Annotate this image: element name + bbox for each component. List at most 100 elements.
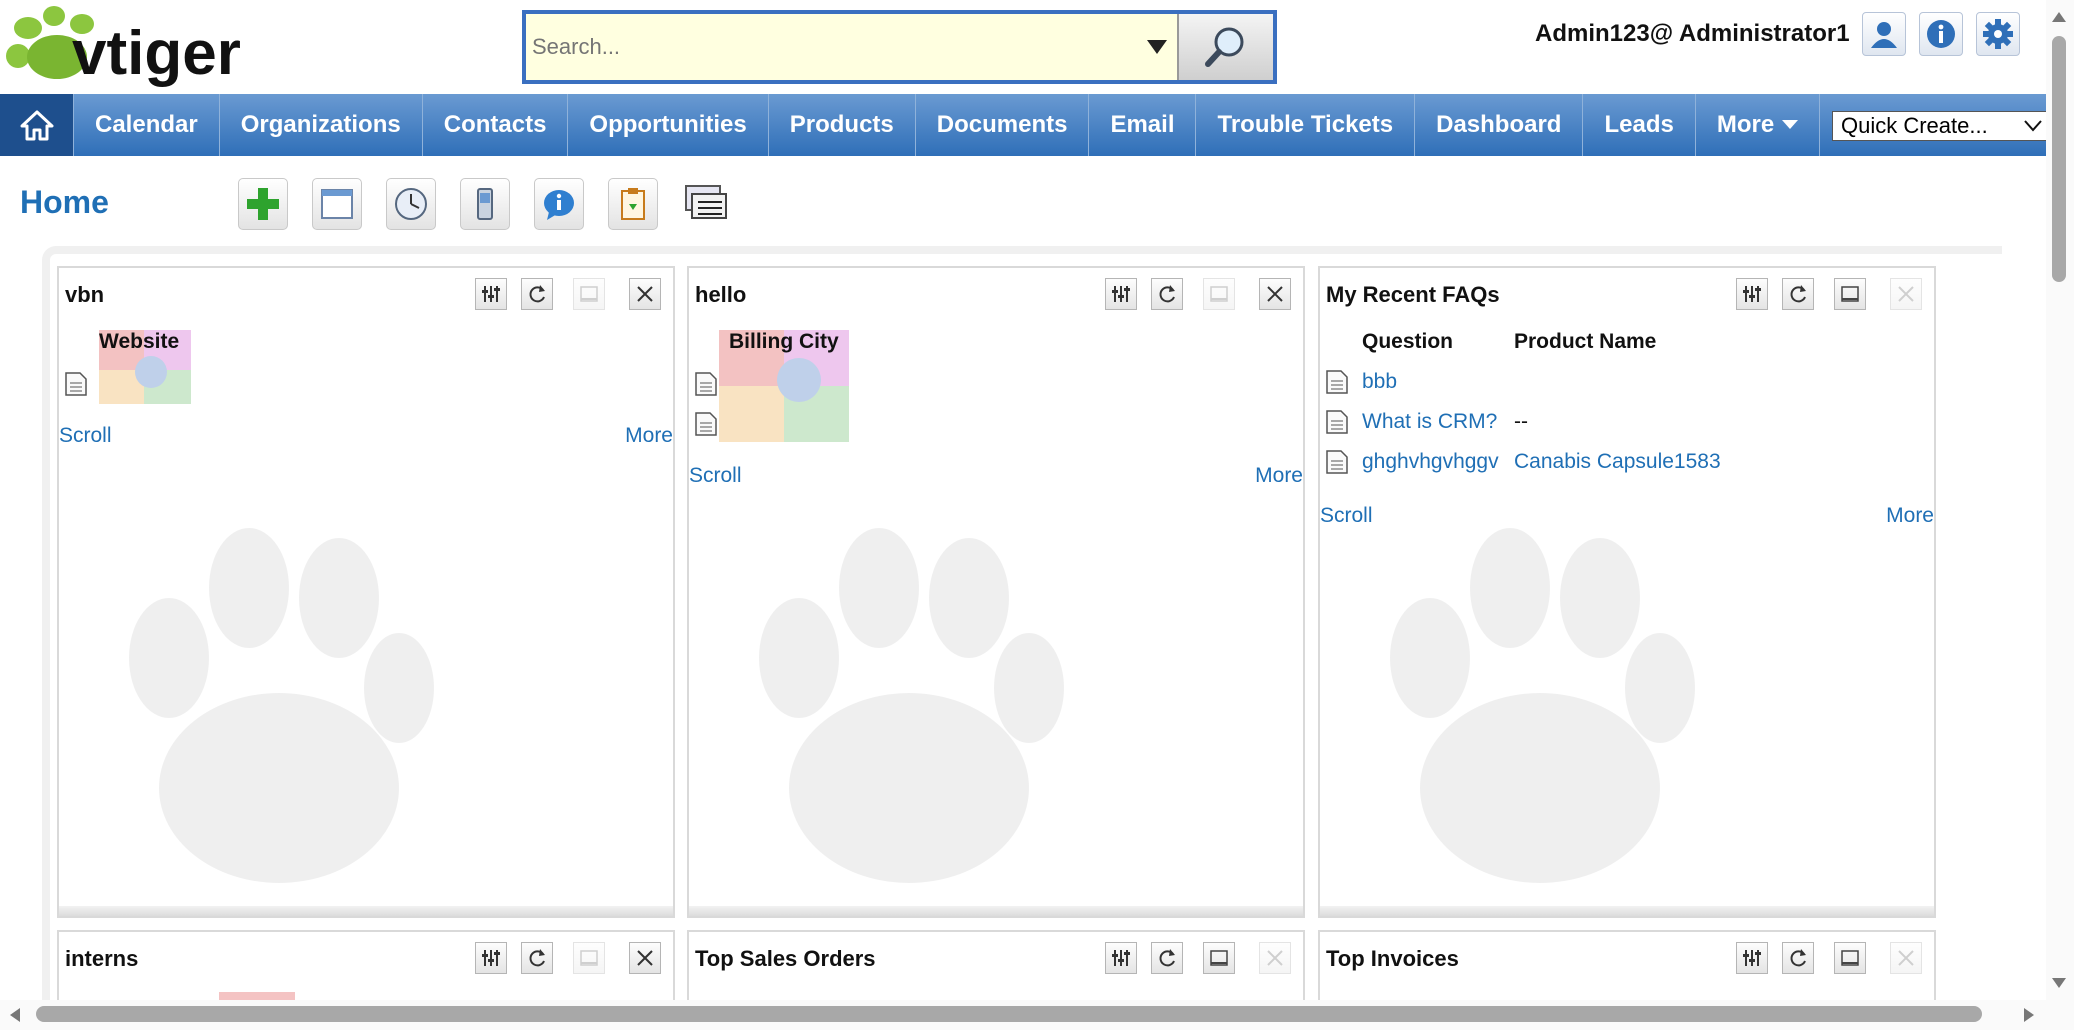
widget-edit-button[interactable] (475, 942, 507, 974)
nav-opportunities[interactable]: Opportunities (568, 94, 769, 156)
nav-home[interactable] (0, 94, 74, 156)
close-icon (1898, 286, 1914, 302)
close-icon (1267, 286, 1283, 302)
layout-button[interactable] (312, 178, 362, 230)
scroll-right-arrow-icon[interactable] (2024, 1008, 2034, 1022)
widget-refresh-button[interactable] (521, 278, 553, 310)
widget-refresh-button[interactable] (1151, 278, 1183, 310)
minimize-icon (1841, 286, 1859, 302)
reorder-widgets-button[interactable] (680, 178, 732, 230)
refresh-icon (1790, 285, 1806, 303)
widget-more-link[interactable]: More (625, 424, 673, 448)
column-header-question: Question (1362, 330, 1454, 353)
widget-interns: interns (57, 930, 675, 1012)
settings-button[interactable] (1976, 12, 2020, 56)
nav-trouble-tickets[interactable]: Trouble Tickets (1196, 94, 1416, 156)
minimize-icon (1841, 950, 1859, 966)
minimize-icon (580, 950, 598, 966)
faq-question-link[interactable]: ghghvhgvhggv (1362, 450, 1499, 474)
close-icon (637, 286, 653, 302)
magnifier-icon (1205, 27, 1244, 67)
search-dropdown-toggle[interactable] (1137, 14, 1177, 80)
widget-vbn: vbn Website Scroll More (57, 266, 675, 918)
add-widget-button[interactable] (238, 178, 288, 230)
nav-documents[interactable]: Documents (916, 94, 1090, 156)
refresh-icon (1159, 949, 1175, 967)
widget-refresh-button[interactable] (1782, 942, 1814, 974)
widget-hide-button[interactable] (1834, 942, 1866, 974)
minimize-icon (580, 286, 598, 302)
widget-edit-button[interactable] (1105, 278, 1137, 310)
faq-question-link[interactable]: What is CRM? (1362, 410, 1497, 434)
document-icon[interactable] (1326, 450, 1348, 474)
widget-edit-button[interactable] (1105, 942, 1137, 974)
search-button[interactable] (1177, 14, 1273, 80)
calendar-event-button[interactable] (386, 178, 436, 230)
triangle-down-icon (1147, 40, 1167, 54)
nav-more[interactable]: More (1696, 94, 1821, 156)
document-icon[interactable] (695, 372, 717, 396)
nav-contacts[interactable]: Contacts (423, 94, 569, 156)
sliders-icon (482, 950, 500, 966)
nav-email[interactable]: Email (1089, 94, 1197, 156)
nav-dashboard[interactable]: Dashboard (1415, 94, 1584, 156)
widget-close-button[interactable] (1890, 942, 1922, 974)
widget-close-button[interactable] (1259, 942, 1291, 974)
document-icon[interactable] (65, 372, 87, 396)
widget-more-link[interactable]: More (1255, 464, 1303, 488)
widget-title: hello (695, 282, 747, 307)
document-icon[interactable] (1326, 370, 1348, 394)
widget-hide-button[interactable] (1834, 278, 1866, 310)
nav-products[interactable]: Products (769, 94, 916, 156)
search-input[interactable] (526, 14, 1137, 80)
scroll-up-arrow-icon[interactable] (2052, 12, 2066, 22)
widget-edit-button[interactable] (1736, 942, 1768, 974)
widget-more-link[interactable]: More (1886, 504, 1934, 528)
widget-footer (1320, 906, 1934, 916)
nav-more-label: More (1716, 111, 1775, 138)
scroll-left-arrow-icon[interactable] (10, 1008, 20, 1022)
close-icon (1898, 950, 1914, 966)
document-icon[interactable] (1326, 410, 1348, 434)
caret-down-icon (1782, 120, 1799, 129)
widget-scroll-link[interactable]: Scroll (689, 464, 742, 488)
widget-close-button[interactable] (629, 942, 661, 974)
horizontal-scrollbar-thumb[interactable] (36, 1006, 1982, 1022)
widget-refresh-button[interactable] (521, 942, 553, 974)
my-preferences-button[interactable] (1862, 12, 1906, 56)
widget-edit-button[interactable] (475, 278, 507, 310)
widget-top-invoices: Top Invoices (1318, 930, 1936, 1010)
plus-icon (247, 188, 279, 220)
widget-scroll-link[interactable]: Scroll (59, 424, 112, 448)
widget-title: interns (65, 946, 139, 971)
widget-refresh-button[interactable] (1782, 278, 1814, 310)
nav-leads[interactable]: Leads (1583, 94, 1696, 156)
help-button[interactable] (1919, 12, 1963, 56)
scroll-down-arrow-icon[interactable] (2052, 978, 2066, 988)
close-icon (637, 950, 653, 966)
faq-product-link[interactable]: Canabis Capsule1583 (1514, 450, 1721, 474)
widget-refresh-button[interactable] (1151, 942, 1183, 974)
faq-question-link[interactable]: bbb (1362, 370, 1397, 394)
vertical-scrollbar-thumb[interactable] (2052, 36, 2066, 282)
document-icon[interactable] (695, 412, 717, 436)
widget-edit-button[interactable] (1736, 278, 1768, 310)
quick-create-select[interactable]: Quick Create... (1832, 111, 2048, 141)
nav-organizations[interactable]: Organizations (220, 94, 423, 156)
clock-icon (395, 188, 427, 220)
notification-button[interactable] (534, 178, 584, 230)
widget-hide-button[interactable] (1203, 278, 1235, 310)
widget-hide-button[interactable] (573, 942, 605, 974)
todo-button[interactable] (608, 178, 658, 230)
close-icon (1267, 950, 1283, 966)
widget-hide-button[interactable] (1203, 942, 1235, 974)
widget-close-button[interactable] (1890, 278, 1922, 310)
widget-hide-button[interactable] (573, 278, 605, 310)
phone-button[interactable] (460, 178, 510, 230)
widget-my-recent-faqs: My Recent FAQs Question Product Name bbb… (1318, 266, 1936, 918)
widget-scroll-link[interactable]: Scroll (1320, 504, 1373, 528)
nav-calendar[interactable]: Calendar (74, 94, 220, 156)
widget-title: Top Invoices (1326, 946, 1459, 971)
widget-close-button[interactable] (629, 278, 661, 310)
widget-close-button[interactable] (1259, 278, 1291, 310)
